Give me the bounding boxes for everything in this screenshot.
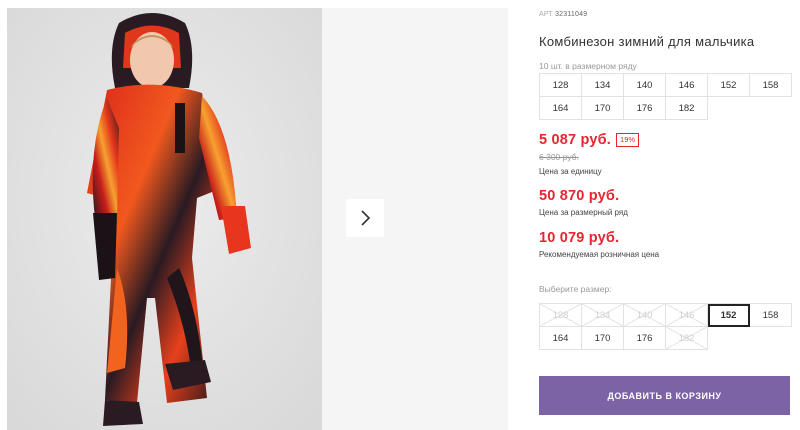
row-price-label: Цена за размерный ряд: [539, 208, 628, 217]
size-row-cell: 128: [540, 74, 582, 97]
product-photo-image: [7, 8, 322, 430]
size-row-cell: 158: [750, 74, 792, 97]
size-row-note: 10 шт. в размерном ряду: [539, 61, 637, 71]
size-option[interactable]: 158: [750, 304, 792, 327]
size-option-unavailable: 134: [582, 304, 624, 327]
old-price: 6 300 руб.: [539, 152, 579, 162]
unit-price-label: Цена за единицу: [539, 167, 602, 176]
size-row-cell: 134: [582, 74, 624, 97]
product-photo[interactable]: [7, 8, 322, 430]
size-row-grid: 128 134 140 146 152 158 164 170 176 182: [539, 73, 792, 120]
size-row-cell: 182: [666, 97, 708, 120]
size-option-unavailable: 128: [540, 304, 582, 327]
size-option[interactable]: 176: [624, 327, 666, 350]
size-select-label: Выберите размер:: [539, 284, 612, 294]
unit-price: 5 087 руб.: [539, 132, 612, 148]
article-line: АРТ 32311049: [539, 11, 587, 18]
size-option-unavailable: 140: [624, 304, 666, 327]
article-label: АРТ: [539, 11, 553, 18]
chevron-right-icon: [361, 210, 371, 226]
add-to-cart-button[interactable]: ДОБАВИТЬ В КОРЗИНУ: [539, 376, 790, 415]
size-option[interactable]: 164: [540, 327, 582, 350]
size-row-cell: 164: [540, 97, 582, 120]
size-row-cell: 152: [708, 74, 750, 97]
size-row-cell: 140: [624, 74, 666, 97]
row-price: 50 870 руб.: [539, 188, 620, 204]
size-row-cell: 170: [582, 97, 624, 120]
product-title: Комбинезон зимний для мальчика: [539, 34, 755, 49]
gallery-next-button[interactable]: [346, 199, 384, 237]
retail-price-label: Рекомендуемая розничная цена: [539, 250, 660, 259]
size-option[interactable]: 170: [582, 327, 624, 350]
size-row-cell: 146: [666, 74, 708, 97]
unit-price-line: 5 087 руб. 19%: [539, 132, 640, 148]
size-option-unavailable: 182: [666, 327, 708, 350]
size-option-selected[interactable]: 152: [708, 304, 750, 327]
retail-price: 10 079 руб.: [539, 230, 620, 246]
size-select-grid: 128 134 140 146 152 158 164 170 176 182: [539, 303, 792, 350]
discount-badge: 19%: [616, 133, 640, 147]
size-row-cell: 176: [624, 97, 666, 120]
size-option-unavailable: 146: [666, 304, 708, 327]
article-number: 32311049: [555, 11, 588, 18]
